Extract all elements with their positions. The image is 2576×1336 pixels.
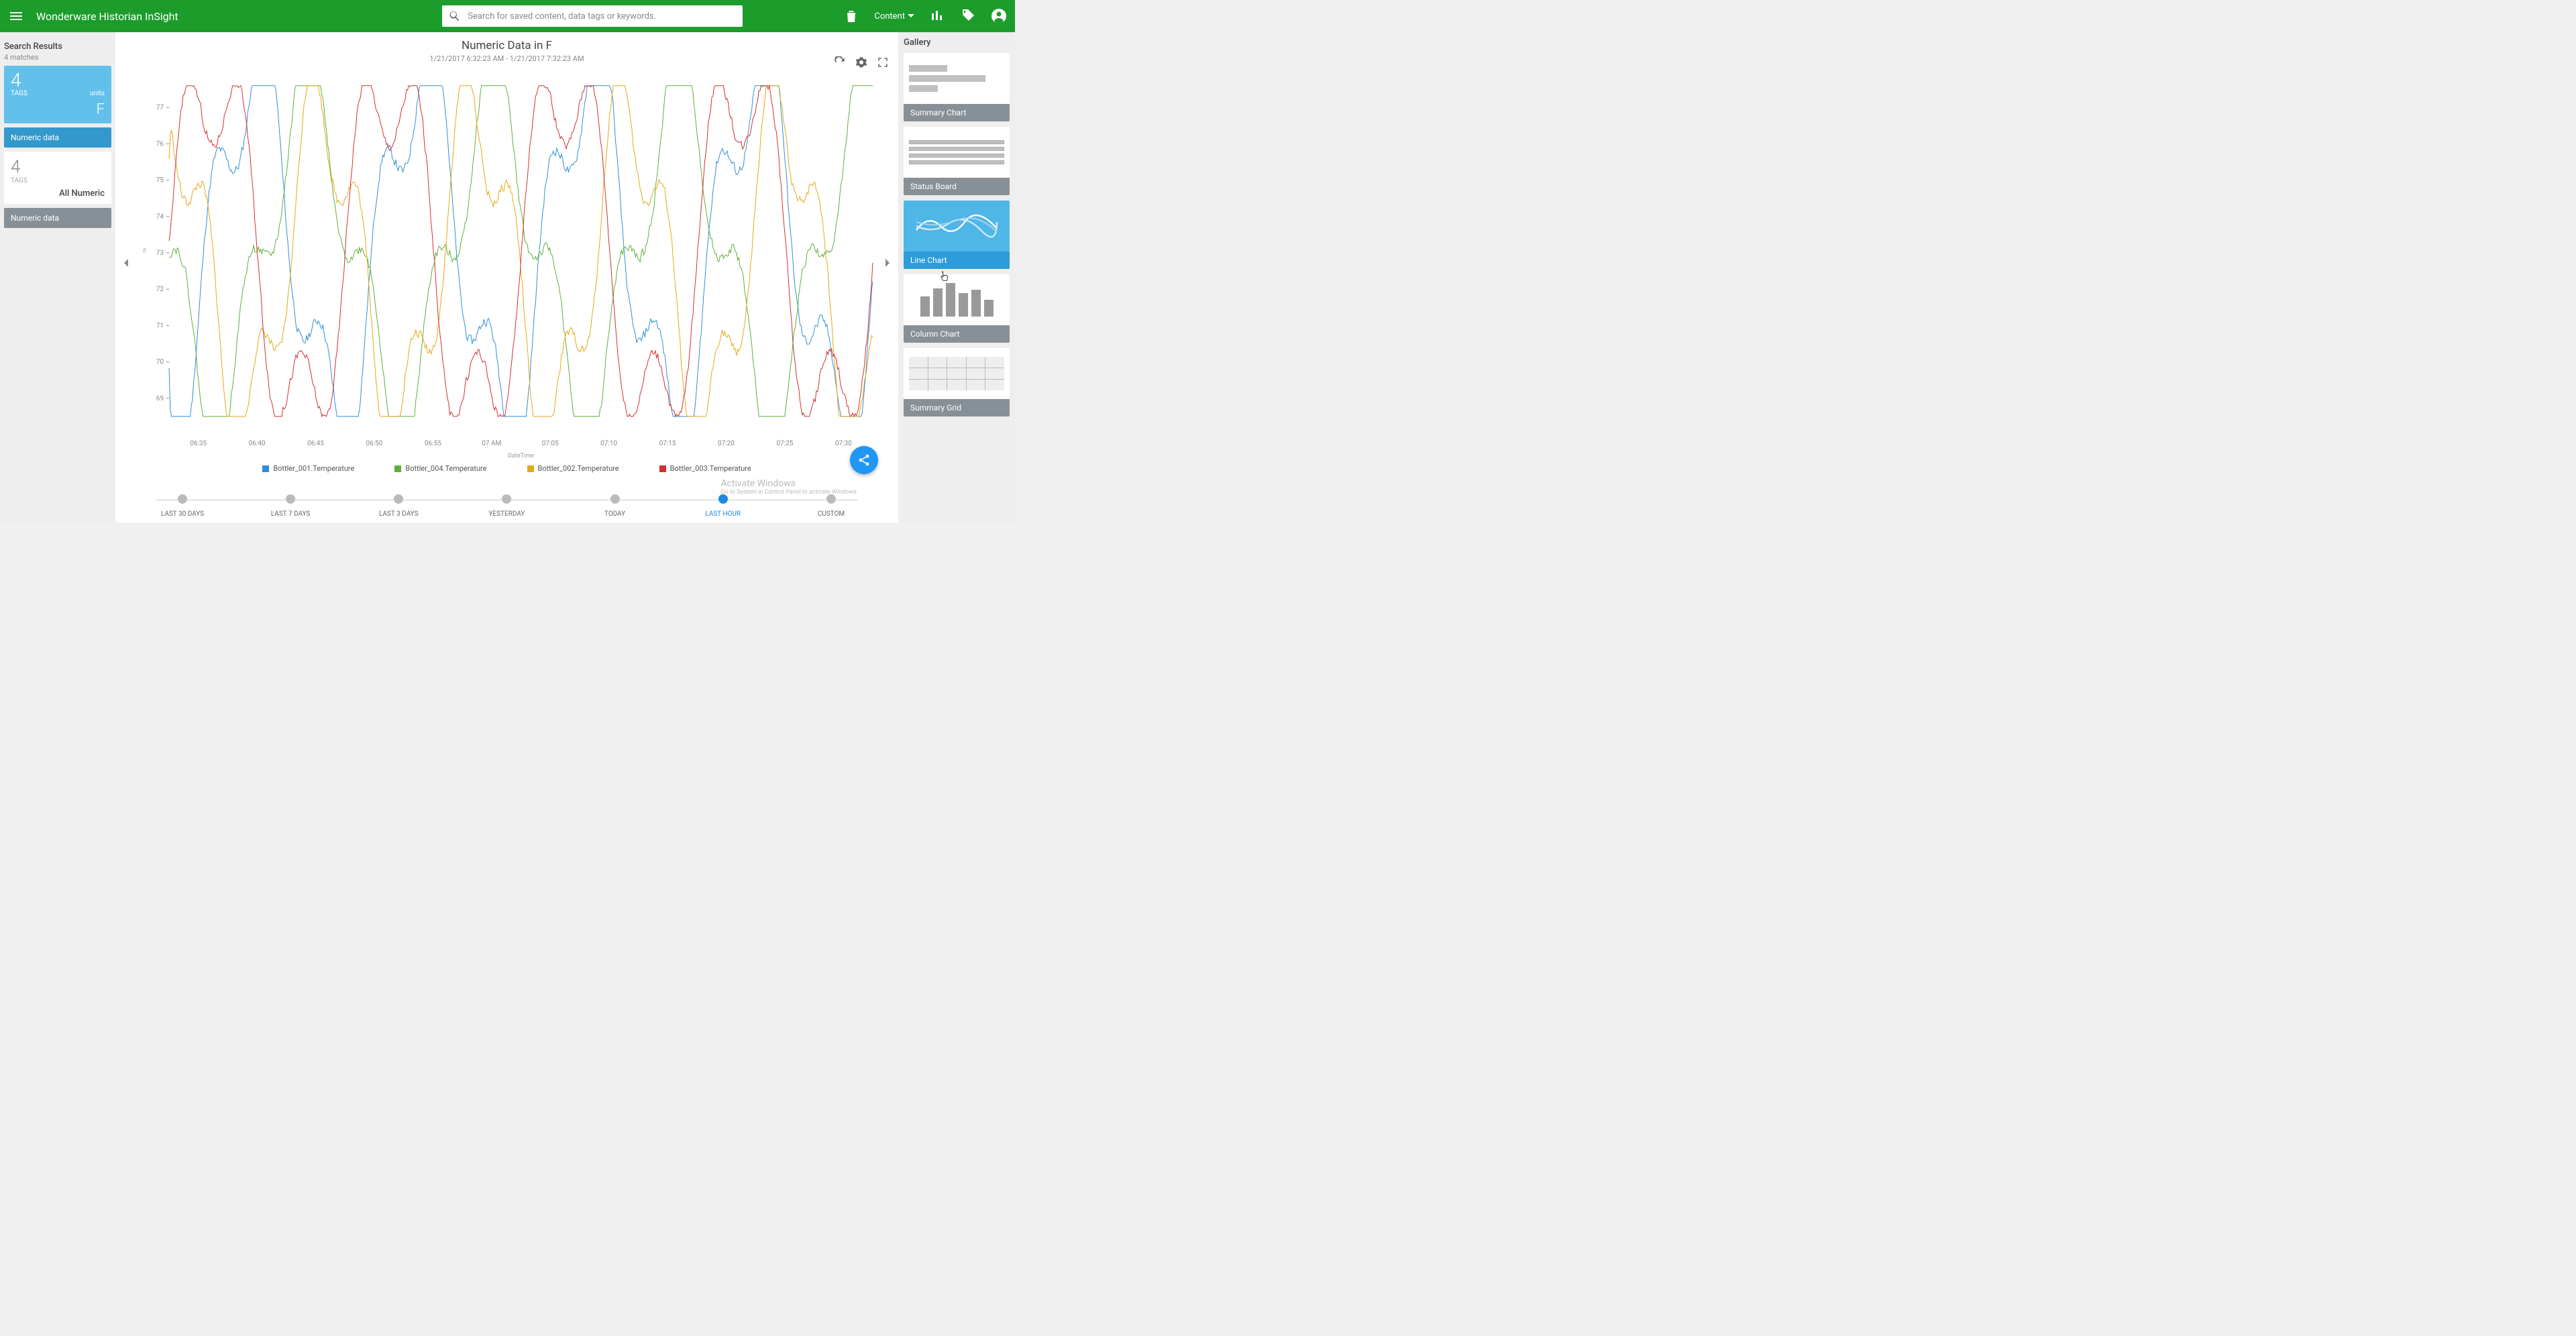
units-label: units (90, 90, 105, 97)
match-count: 4 matches (4, 53, 111, 62)
gallery-label: Column Chart (904, 325, 1010, 343)
result-card-all-numeric[interactable]: 4 TAGS All Numeric (4, 152, 111, 204)
all-numeric-label: All Numeric (11, 188, 105, 199)
hamburger-icon[interactable] (8, 8, 24, 24)
gallery-card-line[interactable] (904, 201, 1010, 252)
result-card-f-units[interactable]: 4 TAGS units F (4, 66, 111, 123)
unit-value: F (11, 101, 105, 118)
svg-text:06:45: 06:45 (307, 440, 324, 447)
svg-text:06:40: 06:40 (249, 440, 266, 447)
svg-text:07:15: 07:15 (659, 440, 676, 447)
main-chart-area: Numeric Data in F 1/21/2017 6:32:23 AM -… (115, 32, 898, 522)
svg-text:07:10: 07:10 (600, 440, 617, 447)
svg-text:75: 75 (156, 177, 164, 184)
share-button[interactable] (850, 446, 878, 474)
search-box[interactable] (442, 5, 743, 27)
chart-title: Numeric Data in F (115, 39, 898, 52)
svg-text:06:35: 06:35 (190, 440, 207, 447)
timeline-stop[interactable]: LAST 3 DAYS (372, 494, 425, 518)
svg-text:07:05: 07:05 (542, 440, 559, 447)
svg-text:DateTime: DateTime (508, 453, 534, 459)
trend-chart[interactable]: 69 70 71 72 73 74 75 76 77 06:35 06:40 06:45 06:50 06… (137, 64, 879, 461)
gallery-card-status[interactable] (904, 127, 1010, 178)
svg-text:71: 71 (156, 322, 164, 329)
bar-chart-icon[interactable] (929, 8, 945, 24)
timeline-stop[interactable]: YESTERDAY (480, 494, 533, 518)
gallery-title: Gallery (904, 38, 1010, 48)
legend-item[interactable]: Bottler_001.Temperature (262, 464, 354, 473)
prev-arrow-icon[interactable] (118, 255, 134, 271)
next-arrow-icon[interactable] (879, 255, 896, 271)
legend-item[interactable]: Bottler_003.Temperature (659, 464, 751, 473)
gallery-label: Summary Grid (904, 399, 1010, 416)
svg-text:69: 69 (156, 395, 164, 402)
tag-count: 4 (11, 71, 28, 90)
search-results-panel: Search Results 4 matches 4 TAGS units F … (0, 32, 115, 522)
share-icon (857, 453, 871, 467)
svg-text:76: 76 (156, 140, 164, 148)
tags-label-2: TAGS (11, 177, 105, 184)
svg-text:70: 70 (156, 359, 164, 366)
account-icon[interactable] (991, 8, 1007, 24)
svg-text:07 AM: 07 AM (482, 440, 501, 447)
chart-legend: Bottler_001.Temperature Bottler_004.Tempe… (115, 461, 898, 480)
svg-text:07:30: 07:30 (835, 440, 852, 447)
svg-text:74: 74 (156, 213, 164, 221)
svg-text:06:55: 06:55 (425, 440, 441, 447)
svg-text:07:20: 07:20 (718, 440, 735, 447)
app-header: Wonderware Historian InSight Content (0, 0, 1015, 32)
svg-text:73: 73 (156, 249, 164, 257)
chevron-down-icon (908, 13, 914, 19)
gallery-label: Line Chart (904, 252, 1010, 269)
content-dropdown[interactable]: Content (874, 11, 914, 21)
gallery-label: Summary Chart (904, 104, 1010, 121)
delete-icon[interactable] (843, 8, 859, 24)
numeric-data-label-selected[interactable]: Numeric data (4, 127, 111, 148)
app-title: Wonderware Historian InSight (36, 10, 178, 23)
gallery-card-grid[interactable] (904, 348, 1010, 399)
search-icon (449, 10, 461, 22)
tag-icon[interactable] (960, 8, 976, 24)
legend-item[interactable]: Bottler_004.Temperature (394, 464, 486, 473)
gallery-panel: Gallery Summary Chart Status Board Line Ch… (898, 32, 1015, 522)
time-range-selector: LAST 30 DAYS LAST 7 DAYS LAST 3 DAYS YESTER… (115, 480, 898, 522)
svg-text:06:50: 06:50 (366, 440, 383, 447)
gallery-card-column[interactable] (904, 274, 1010, 325)
chart-subtitle: 1/21/2017 6:32:23 AM - 1/21/2017 7:32:23… (115, 54, 898, 63)
svg-text:77: 77 (156, 104, 164, 111)
tag-count-2: 4 (11, 157, 105, 177)
timeline-stop[interactable]: TODAY (588, 494, 642, 518)
numeric-data-label-2[interactable]: Numeric data (4, 208, 111, 228)
gallery-label: Status Board (904, 178, 1010, 195)
timeline-stop[interactable]: CUSTOM (804, 494, 858, 518)
timeline-stop[interactable]: LAST 30 DAYS (156, 494, 209, 518)
svg-text:07:25: 07:25 (776, 440, 793, 447)
legend-item[interactable]: Bottler_002.Temperature (527, 464, 619, 473)
svg-text:F: F (144, 248, 147, 255)
gallery-card-summary[interactable] (904, 53, 1010, 104)
search-results-title: Search Results (4, 42, 111, 52)
content-label: Content (874, 11, 905, 21)
tags-label: TAGS (11, 90, 28, 97)
svg-text:72: 72 (156, 286, 164, 293)
timeline-stop[interactable]: LAST HOUR (696, 494, 750, 518)
search-input[interactable] (468, 11, 736, 21)
timeline-stop[interactable]: LAST 7 DAYS (264, 494, 317, 518)
